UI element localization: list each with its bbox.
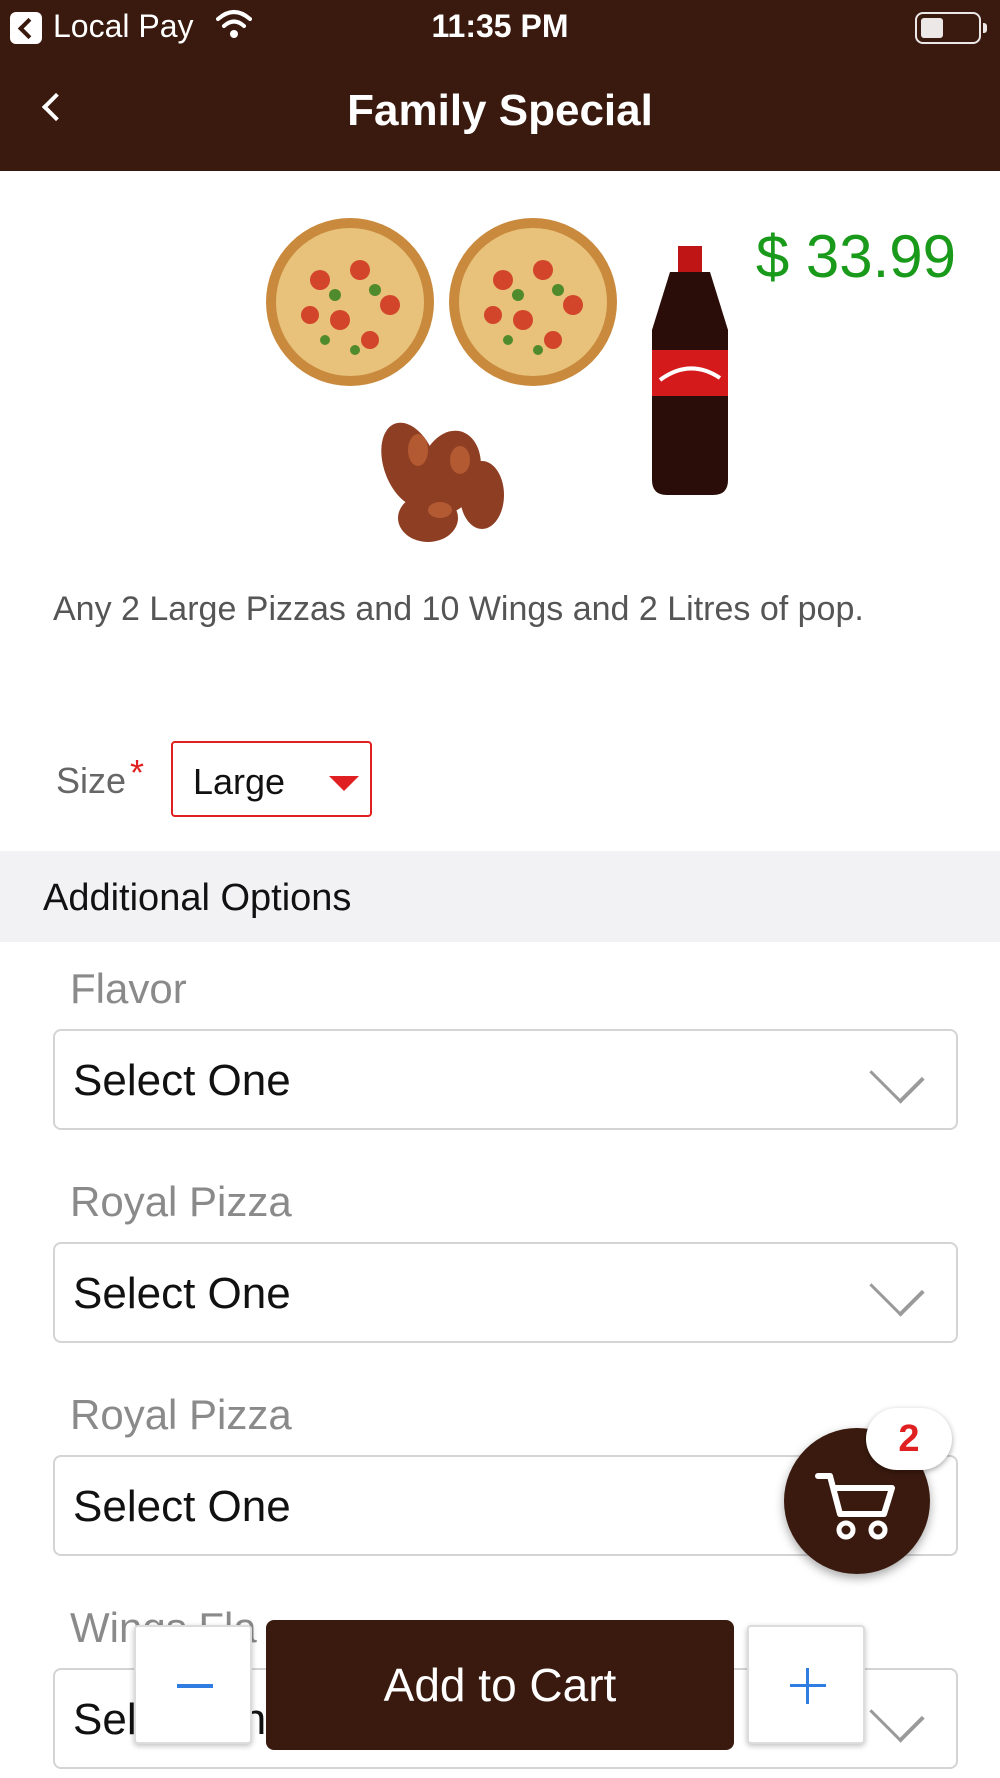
chevron-down-icon: [869, 1687, 925, 1743]
size-label: Size: [56, 760, 127, 801]
size-select[interactable]: Large: [171, 741, 372, 817]
caret-down-icon: [329, 776, 359, 791]
cart-count-badge: 2: [866, 1408, 952, 1470]
page-title: Family Special: [347, 86, 653, 135]
battery-icon: [915, 12, 987, 44]
additional-options-header: Additional Options: [0, 851, 1000, 942]
app-header: Local Pay 11:35 PM Family Special: [0, 0, 1000, 171]
royal-pizza-1-dropdown[interactable]: Select One: [53, 1242, 958, 1343]
dropdown-value: Select One: [73, 1056, 291, 1105]
status-time: 11:35 PM: [431, 8, 569, 44]
additional-options-title: Additional Options: [43, 877, 352, 919]
required-mark: *: [130, 752, 145, 793]
product-description: Any 2 Large Pizzas and 10 Wings and 2 Li…: [53, 590, 864, 628]
price-label: $ 33.99: [755, 223, 956, 290]
increase-quantity-button[interactable]: [747, 1625, 865, 1744]
option-label-flavor: Flavor: [70, 965, 187, 1012]
dropdown-value: Select One: [73, 1269, 291, 1318]
pizza-wings-pop-image: [266, 218, 728, 542]
size-value: Large: [193, 761, 286, 802]
chevron-down-icon: [869, 1261, 925, 1317]
option-label-royal-pizza-1: Royal Pizza: [70, 1178, 292, 1225]
cart-icon: [815, 1473, 895, 1540]
flavor-dropdown[interactable]: Select One: [53, 1029, 958, 1130]
minus-icon: [177, 1684, 213, 1688]
dropdown-value: Select One: [73, 1482, 291, 1531]
add-to-cart-button[interactable]: Add to Cart: [266, 1620, 734, 1750]
status-bar: Local Pay 11:35 PM: [0, 0, 1000, 56]
chevron-down-icon: [869, 1048, 925, 1104]
option-label-royal-pizza-2: Royal Pizza: [70, 1391, 292, 1438]
decrease-quantity-button[interactable]: [134, 1625, 252, 1744]
